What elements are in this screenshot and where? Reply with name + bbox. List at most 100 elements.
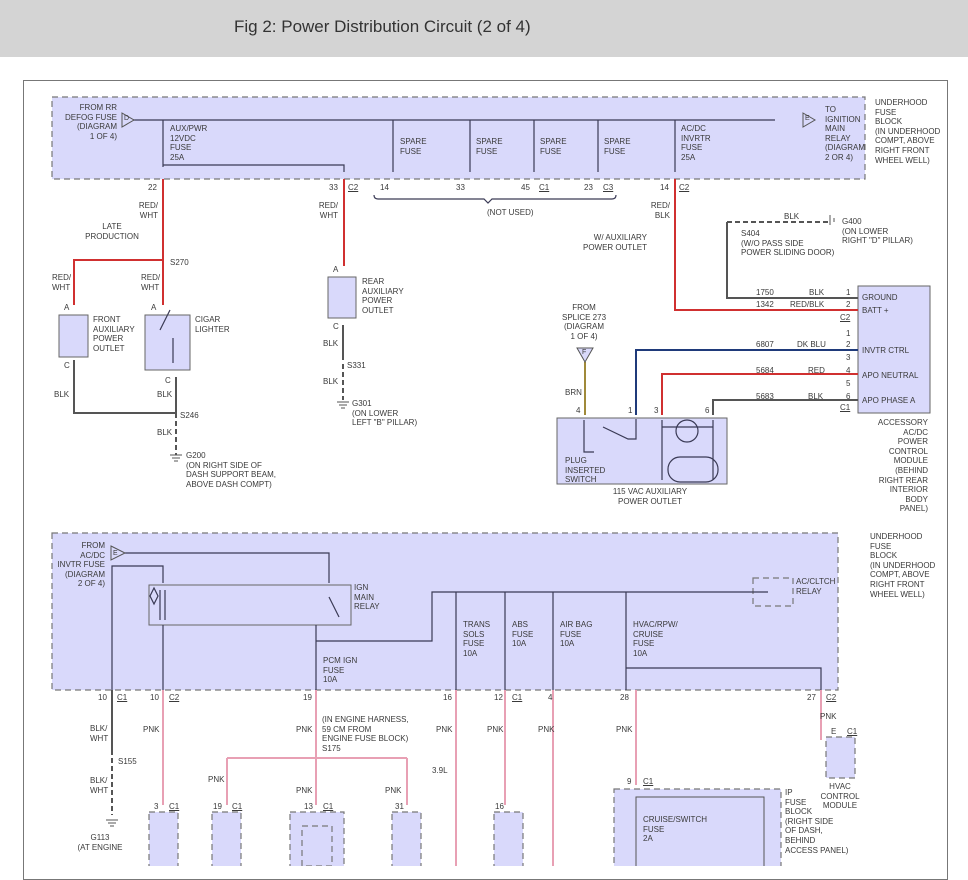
pin-number: 19 xyxy=(213,802,222,811)
splice-273-label: FROM SPLICE 273 (DIAGRAM 1 OF 4) xyxy=(561,303,607,341)
pin-number: 33 xyxy=(456,183,465,192)
spare-fuse-label: SPARE FUSE xyxy=(400,137,427,156)
wire-color: PNK xyxy=(296,725,313,734)
pin-number: 6 xyxy=(846,392,851,401)
ground-g301-label: G301 (ON LOWER LEFT "B" PILLAR) xyxy=(352,399,418,428)
connector-id: C2 xyxy=(679,183,690,192)
cruise-switch-fuse-label: CRUISE/SWITCH FUSE 2A xyxy=(643,815,707,844)
airbag-fuse-label: AIR BAG FUSE 10A xyxy=(560,620,593,649)
wire-color: RED/ WHT xyxy=(52,273,72,292)
module-pin-label: APO PHASE A xyxy=(862,396,916,405)
wire-color: BLK/ WHT xyxy=(90,724,109,743)
pin-number: 10 xyxy=(150,693,159,702)
connector-id: C1 xyxy=(323,802,334,811)
wire-color: BLK xyxy=(54,390,70,399)
front-outlet-label: FRONT AUXILIARY POWER OUTLET xyxy=(93,315,135,353)
pin-number: 10 xyxy=(98,693,107,702)
115vac-outlet-label: 115 VAC AUXILIARY POWER OUTLET xyxy=(612,487,688,506)
wire-color: RED/ WHT xyxy=(141,273,161,292)
ground-g400-label: G400 (ON LOWER RIGHT "D" PILLAR) xyxy=(842,217,913,246)
underhood-fuse-block-label: UNDERHOOD FUSE BLOCK (IN UNDERHOOD COMPT… xyxy=(870,532,936,599)
connector-box xyxy=(391,811,422,866)
wire-color: PNK xyxy=(436,725,453,734)
spare-fuse-label: SPARE FUSE xyxy=(604,137,631,156)
pin-number: 1 xyxy=(846,288,851,297)
wire-color: BLK xyxy=(323,339,339,348)
pin-number: 14 xyxy=(380,183,389,192)
pin-number: 31 xyxy=(395,802,404,811)
wire-color: BLK xyxy=(323,377,339,386)
wire-color: PNK xyxy=(487,725,504,734)
front-aux-outlet xyxy=(58,314,89,358)
ground-icon xyxy=(106,215,835,827)
pin-number: 23 xyxy=(584,183,593,192)
splice-s404-label: S404 (W/O PASS SIDE POWER SLIDING DOOR) xyxy=(741,229,835,258)
ign-main-relay xyxy=(148,584,352,626)
wire-color: PNK xyxy=(296,786,313,795)
wire-color: DK BLU xyxy=(797,340,826,349)
abs-fuse-label: ABS FUSE 10A xyxy=(512,620,534,649)
pin-number: 1 xyxy=(628,406,633,415)
circuit-number: 6807 xyxy=(756,340,774,349)
connector-box xyxy=(148,811,179,866)
module-pin-label: GROUND xyxy=(862,293,898,302)
trans-fuse-label: TRANS SOLS FUSE 10A xyxy=(463,620,491,658)
pin-number: 9 xyxy=(627,777,632,786)
wire-color: BLK/ WHT xyxy=(90,776,109,795)
connector-e-label: E xyxy=(805,115,810,122)
wire-color: PNK xyxy=(616,725,633,734)
ign-relay-label: IGN MAIN RELAY xyxy=(354,583,380,612)
module-pin-label: BATT + xyxy=(862,306,889,315)
pcm-fuse-label: PCM IGN FUSE 10A xyxy=(323,656,358,685)
rear-outlet-label: REAR AUXILIARY POWER OUTLET xyxy=(362,277,404,315)
splice-s155: S155 xyxy=(118,757,137,766)
splice-s331: S331 xyxy=(347,361,366,370)
wire-color: PNK xyxy=(208,775,225,784)
connector-box xyxy=(493,811,524,866)
pin-number: 3 xyxy=(654,406,659,415)
wire-color: BLK xyxy=(809,288,825,297)
pin-number: 13 xyxy=(304,802,313,811)
splice-s270: S270 xyxy=(170,258,189,267)
connector-box xyxy=(211,811,242,866)
pin-number: 2 xyxy=(846,300,851,309)
underhood-fuse-block-label: UNDERHOOD FUSE BLOCK (IN UNDERHOOD COMPT… xyxy=(875,98,941,165)
pin-c: C xyxy=(165,376,171,385)
wire-color: BLK xyxy=(808,392,824,401)
connector-id: C1 xyxy=(840,403,851,412)
wire-color: RED xyxy=(808,366,825,375)
spare-fuse-label: SPARE FUSE xyxy=(476,137,503,156)
connector-id: C1 xyxy=(117,693,128,702)
accessory-module-label: ACCESSORY AC/DC POWER CONTROL MODULE (BE… xyxy=(877,418,928,514)
circuit-number: 5683 xyxy=(756,392,774,401)
pin-a: A xyxy=(333,265,339,274)
wire-color: PNK xyxy=(820,712,837,721)
connector-id: C3 xyxy=(603,183,614,192)
pin-number: 19 xyxy=(303,693,312,702)
pin-number: 4 xyxy=(548,693,553,702)
connector-id: C2 xyxy=(169,693,180,702)
acdc-invrtr-fuse-label: AC/DC INVRTR FUSE 25A xyxy=(681,124,711,162)
connector-id: C1 xyxy=(643,777,654,786)
pin-c: C xyxy=(64,361,70,370)
connector-f-label: F xyxy=(582,349,587,356)
plug-switch-label: PLUG INSERTED SWITCH xyxy=(565,456,606,485)
w-aux-outlet-label: W/ AUXILIARY POWER OUTLET xyxy=(582,233,647,252)
pin-a: A xyxy=(64,303,70,312)
pin-number: 4 xyxy=(576,406,581,415)
pin-number: 28 xyxy=(620,693,629,702)
engine-3-9l-label: 3.9L xyxy=(432,766,448,775)
wire-color: BLK xyxy=(784,212,800,221)
not-used-label: (NOT USED) xyxy=(487,208,534,217)
pin-number: 45 xyxy=(521,183,530,192)
ground-g113-label: G113 (AT ENGINE xyxy=(77,833,123,852)
pin-number: 22 xyxy=(148,183,157,192)
pin-c: C xyxy=(333,322,339,331)
pin-number: 33 xyxy=(329,183,338,192)
ip-fuse-block-label: IP FUSE BLOCK (RIGHT SIDE OF DASH, BEHIN… xyxy=(785,788,849,855)
wire-color: RED/ WHT xyxy=(138,201,158,220)
pin-a: A xyxy=(151,303,157,312)
cigar-lighter-label: CIGAR LIGHTER xyxy=(195,315,230,334)
wire-color: BLK xyxy=(157,428,173,437)
wire-color: RED/ BLK xyxy=(650,201,670,220)
